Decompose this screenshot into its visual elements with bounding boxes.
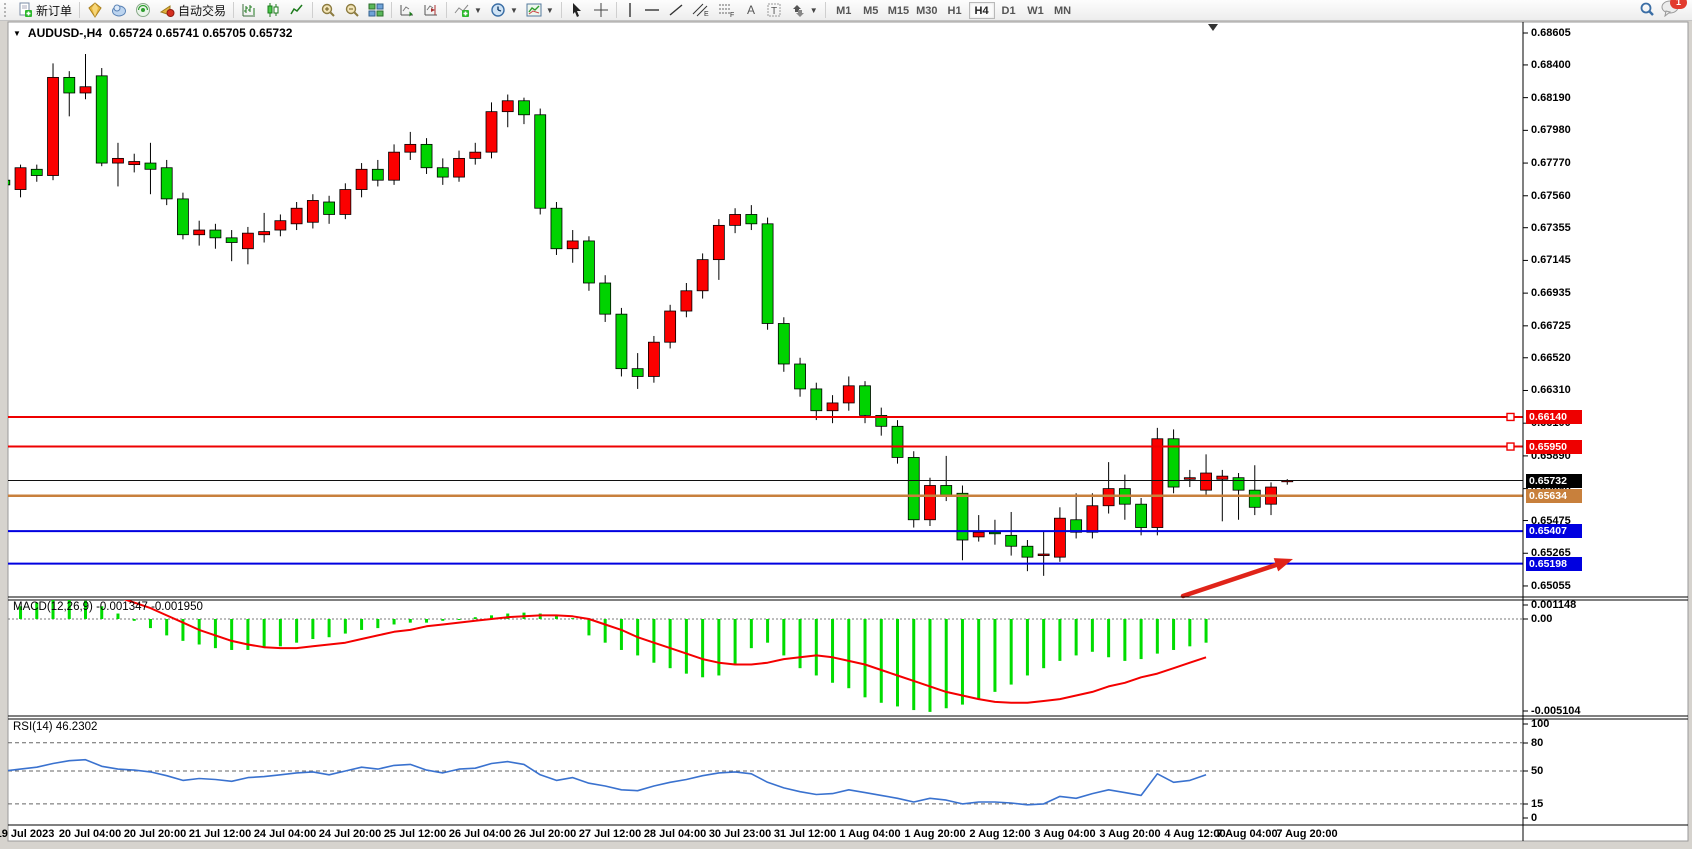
data-window-icon	[111, 2, 127, 18]
dropdown-arrow-icon: ▼	[474, 6, 482, 15]
periods-button[interactable]: ▼	[486, 1, 522, 20]
separator	[79, 2, 80, 18]
fibonacci-icon: F	[718, 2, 736, 18]
crosshair-button[interactable]	[589, 1, 613, 20]
data-window-button[interactable]	[107, 1, 131, 20]
timeframe-button-m1[interactable]: M1	[831, 2, 857, 19]
line-chart-icon	[289, 2, 305, 18]
separator	[446, 2, 447, 18]
crosshair-icon	[593, 2, 609, 18]
cursor-button[interactable]	[565, 1, 589, 20]
candlestick-chart-button[interactable]	[261, 1, 285, 20]
indicators-icon	[454, 2, 470, 18]
arrows-icon	[790, 2, 806, 18]
zoom-in-button[interactable]	[316, 1, 340, 20]
chart-shift-icon	[423, 2, 439, 18]
templates-icon	[526, 2, 542, 18]
zoom-out-icon	[344, 2, 360, 18]
horizontal-line-button[interactable]	[640, 1, 664, 20]
auto-scroll-icon	[399, 2, 415, 18]
svg-text:T: T	[771, 6, 777, 17]
market-watch-button[interactable]	[83, 1, 107, 20]
dropdown-arrow-icon: ▼	[546, 6, 554, 15]
text-label-icon: T	[766, 2, 782, 18]
timeframe-button-m5[interactable]: M5	[858, 2, 884, 19]
bar-chart-button[interactable]	[237, 1, 261, 20]
candlestick-chart-icon	[265, 2, 281, 18]
bar-chart-icon	[241, 2, 257, 18]
zoom-out-button[interactable]	[340, 1, 364, 20]
vertical-line-icon	[624, 2, 636, 18]
chat-button[interactable]: 1	[1660, 0, 1680, 22]
fibonacci-button[interactable]: F	[714, 1, 740, 20]
svg-text:F: F	[730, 12, 734, 18]
navigator-icon	[135, 2, 151, 18]
new-order-button[interactable]: 新订单	[13, 1, 76, 20]
new-order-label: 新订单	[36, 2, 72, 19]
timeframe-button-d1[interactable]: D1	[996, 2, 1022, 19]
auto-trading-button[interactable]: 自动交易	[155, 1, 230, 20]
trendline-icon	[668, 2, 684, 18]
dropdown-arrow-icon: ▼	[510, 6, 518, 15]
tile-windows-button[interactable]	[364, 1, 388, 20]
auto-trading-icon	[159, 2, 175, 18]
auto-scroll-button[interactable]	[395, 1, 419, 20]
auto-trading-label: 自动交易	[178, 2, 226, 19]
toolbar-grip[interactable]	[4, 3, 11, 17]
timeframe-button-mn[interactable]: MN	[1050, 2, 1076, 19]
separator	[561, 2, 562, 18]
navigator-button[interactable]	[131, 1, 155, 20]
indicators-button[interactable]: ▼	[450, 1, 486, 20]
timeframe-button-h1[interactable]: H1	[942, 2, 968, 19]
svg-text:A: A	[747, 3, 755, 17]
trendline-button[interactable]	[664, 1, 688, 20]
clock-icon	[490, 2, 506, 18]
text-button[interactable]: A	[740, 1, 762, 20]
zoom-in-icon	[320, 2, 336, 18]
timeframe-button-m15[interactable]: M15	[885, 2, 912, 19]
separator	[616, 2, 617, 18]
chart-shift-button[interactable]	[419, 1, 443, 20]
search-icon	[1638, 1, 1656, 19]
equidistant-channel-icon: E	[692, 2, 710, 18]
separator	[391, 2, 392, 18]
templates-button[interactable]: ▼	[522, 1, 558, 20]
cursor-arrow-icon	[569, 2, 585, 18]
timeframe-group: M1M5M15M30H1H4D1W1MN	[831, 2, 1076, 19]
separator	[233, 2, 234, 18]
notification-badge: 1	[1670, 0, 1687, 9]
separator	[825, 2, 826, 18]
text-label-button[interactable]: T	[762, 1, 786, 20]
timeframe-button-h4[interactable]: H4	[969, 2, 995, 19]
tile-windows-icon	[368, 2, 384, 18]
timeframe-button-w1[interactable]: W1	[1023, 2, 1049, 19]
equidistant-channel-button[interactable]: E	[688, 1, 714, 20]
timeframe-button-m30[interactable]: M30	[913, 2, 940, 19]
svg-text:E: E	[704, 11, 709, 18]
chart-canvas[interactable]	[0, 0, 1692, 849]
separator	[312, 2, 313, 18]
arrows-button[interactable]: ▼	[786, 1, 822, 20]
new-order-icon	[17, 2, 33, 18]
dropdown-arrow-icon: ▼	[810, 6, 818, 15]
text-icon: A	[744, 2, 758, 18]
market-watch-icon	[87, 2, 103, 18]
search-button[interactable]	[1634, 1, 1660, 20]
vertical-line-button[interactable]	[620, 1, 640, 20]
line-chart-button[interactable]	[285, 1, 309, 20]
horizontal-line-icon	[644, 2, 660, 18]
toolbar: 新订单 自动交易	[0, 0, 1692, 21]
